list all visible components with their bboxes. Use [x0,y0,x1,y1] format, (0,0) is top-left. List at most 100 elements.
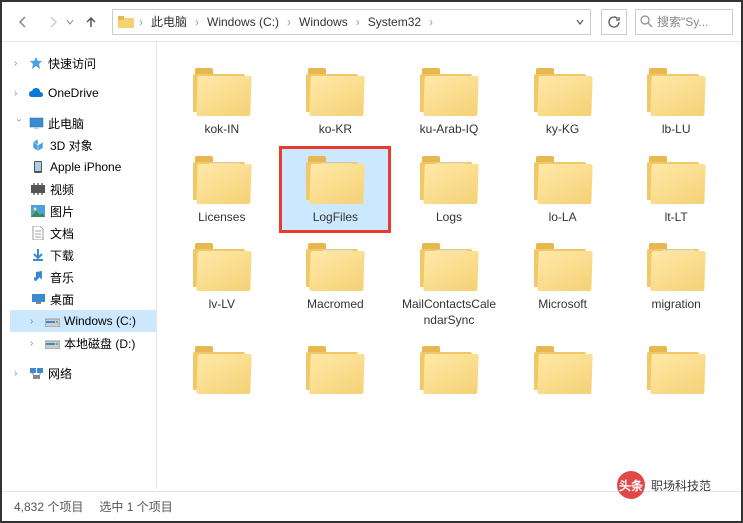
tree-item-3d[interactable]: 3D 对象 [10,134,156,156]
folder-label: lb-LU [662,122,691,138]
breadcrumb-bar[interactable]: › 此电脑› Windows (C:)› Windows› System32› [112,9,591,35]
tree-quick-access[interactable]: ›快速访问 [10,52,156,74]
folder-item[interactable]: ko-KR [281,60,389,144]
search-icon [640,15,653,28]
address-toolbar: › 此电脑› Windows (C:)› Windows› System32› … [2,2,741,42]
folder-item[interactable]: ky-KG [509,60,617,144]
search-input[interactable]: 搜索"Sy... [635,9,733,35]
folder-item[interactable] [622,338,730,406]
folder-icon [191,344,253,396]
folder-label: Logs [436,210,462,226]
tree-onedrive[interactable]: ›OneDrive [10,82,156,104]
watermark: 头条 职场科技范 [617,471,711,499]
status-count: 4,832 个项目 [14,498,83,515]
tree-item-videos[interactable]: 视频 [10,178,156,200]
tree-item-pictures[interactable]: 图片 [10,200,156,222]
folder-item[interactable]: ku-Arab-IQ [395,60,503,144]
breadcrumb-item[interactable]: 此电脑 [145,13,193,30]
download-icon [30,247,46,263]
tree-item-documents[interactable]: 文档 [10,222,156,244]
folder-item[interactable] [395,338,503,406]
folder-icon [304,344,366,396]
folder-label: ky-KG [546,122,579,138]
folder-item[interactable]: MailContactsCalendarSync [395,235,503,334]
breadcrumb-item[interactable]: Windows (C:) [201,15,285,29]
folder-label: ko-KR [319,122,352,138]
folder-label: lt-LT [665,210,688,226]
folder-icon [532,344,594,396]
tree-item-music[interactable]: 音乐 [10,266,156,288]
status-selected: 选中 1 个项目 [99,498,172,515]
phone-icon [30,159,46,175]
file-pane[interactable]: kok-IN ko-KR ku-Arab-IQ ky-KG lb-LU Licenses L… [157,42,741,489]
folder-icon [304,241,366,293]
folder-item[interactable]: migration [622,235,730,334]
folder-icon [304,66,366,118]
folder-label: MailContactsCalendarSync [399,297,499,328]
folder-icon [645,344,707,396]
star-icon [28,55,44,71]
picture-icon [30,203,46,219]
folder-icon [645,154,707,206]
folder-icon [191,66,253,118]
folder-item[interactable] [281,338,389,406]
folder-label: kok-IN [204,122,239,138]
watermark-text: 职场科技范 [651,477,711,494]
music-icon [30,269,46,285]
folder-icon [532,241,594,293]
folder-item[interactable]: Microsoft [509,235,617,334]
folder-item[interactable]: lv-LV [168,235,276,334]
folder-item[interactable]: LogFiles [281,148,389,232]
folder-item[interactable]: Licenses [168,148,276,232]
folder-item[interactable]: lo-LA [509,148,617,232]
folder-icon [418,154,480,206]
search-placeholder: 搜索"Sy... [657,13,708,30]
folder-item[interactable] [509,338,617,406]
folder-item[interactable] [168,338,276,406]
drive-icon [44,313,60,329]
tree-this-pc[interactable]: ›此电脑 [10,112,156,134]
breadcrumb-item[interactable]: Windows [293,15,354,29]
folder-label: Macromed [307,297,364,313]
cloud-icon [28,85,44,101]
folder-icon [117,13,135,31]
folder-icon [304,154,366,206]
tree-item-iphone[interactable]: Apple iPhone [10,156,156,178]
folder-label: Microsoft [538,297,587,313]
nav-up-button[interactable] [78,9,104,35]
folder-label: LogFiles [313,210,358,226]
folder-label: Licenses [198,210,245,226]
tree-item-desktop[interactable]: 桌面 [10,288,156,310]
folder-icon [532,154,594,206]
folder-icon [418,241,480,293]
tree-item-c-drive[interactable]: ›Windows (C:) [10,310,156,332]
folder-label: migration [652,297,701,313]
document-icon [30,225,46,241]
network-icon [28,365,44,381]
folder-icon [645,66,707,118]
folder-item[interactable]: Macromed [281,235,389,334]
nav-back-button[interactable] [10,9,36,35]
drive-icon [44,335,60,351]
desktop-icon [30,291,46,307]
folder-icon [418,66,480,118]
folder-label: lv-LV [209,297,235,313]
tree-network[interactable]: ›网络 [10,362,156,384]
nav-history-dropdown[interactable] [66,9,74,35]
breadcrumb-item[interactable]: System32 [362,15,427,29]
folder-icon [191,154,253,206]
nav-tree: ›快速访问 ›OneDrive ›此电脑 3D 对象 Apple iPhone … [2,42,157,489]
folder-icon [418,344,480,396]
folder-item[interactable]: lb-LU [622,60,730,144]
folder-item[interactable]: lt-LT [622,148,730,232]
refresh-button[interactable] [601,9,627,35]
nav-forward-button[interactable] [40,9,66,35]
tree-item-d-drive[interactable]: ›本地磁盘 (D:) [10,332,156,354]
folder-item[interactable]: kok-IN [168,60,276,144]
folder-icon [532,66,594,118]
folder-item[interactable]: Logs [395,148,503,232]
folder-icon [191,241,253,293]
tree-item-downloads[interactable]: 下载 [10,244,156,266]
folder-label: ku-Arab-IQ [420,122,479,138]
breadcrumb-dropdown[interactable] [572,10,588,34]
